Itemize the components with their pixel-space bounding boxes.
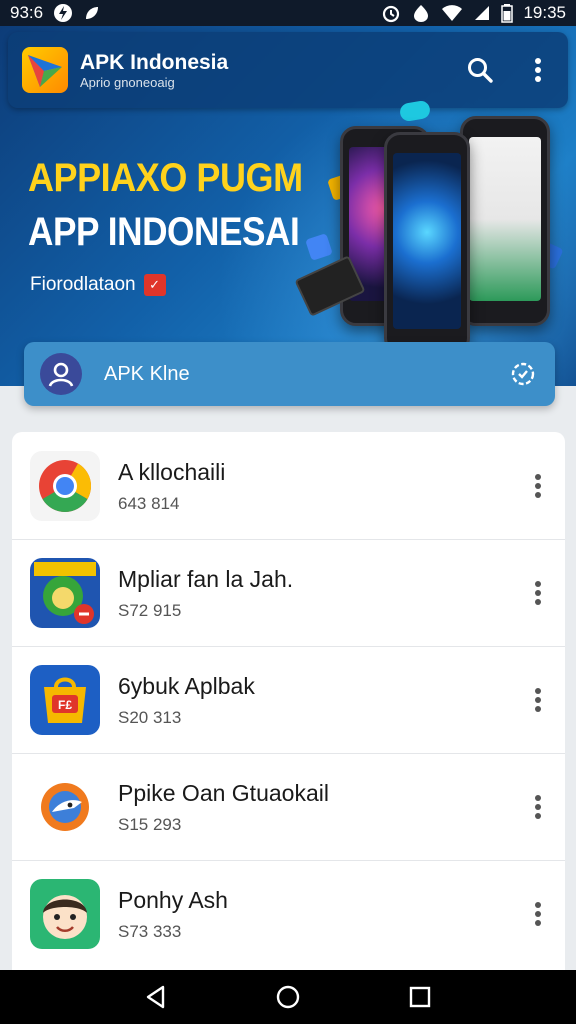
home-icon[interactable]: [272, 981, 304, 1013]
phone-center: [384, 132, 470, 354]
settings-icon[interactable]: [507, 358, 539, 390]
svg-text:F£: F£: [58, 698, 72, 712]
phones-illustration: [294, 99, 570, 366]
leaf-icon: [83, 4, 101, 22]
more-vert-icon[interactable]: [525, 897, 551, 931]
more-vert-icon[interactable]: [522, 54, 554, 86]
hero-sub-label: Fiorodlataon ✓: [30, 274, 166, 296]
app-list: A kllochaili 643 814 Mpliar fan la Jah. …: [12, 432, 565, 972]
status-bar: 93:6 19:35: [0, 0, 576, 26]
app-meta: 643 814: [118, 493, 180, 513]
store-icon: F£: [30, 665, 100, 735]
more-vert-icon[interactable]: [525, 469, 551, 503]
hero-sub-text: Fiorodlataon: [30, 274, 136, 295]
more-vert-icon[interactable]: [525, 790, 551, 824]
user-icon[interactable]: [40, 353, 82, 395]
battery-icon: [501, 3, 514, 23]
hero-badge-icon: ✓: [143, 274, 166, 296]
app-bar: APK Indonesia Aprio gnoneoaig: [8, 32, 568, 108]
list-item[interactable]: F£ 6ybuk Aplbak S20 313: [12, 646, 565, 753]
alarm-icon: [381, 3, 401, 23]
search-input[interactable]: APK Klne: [104, 363, 190, 386]
signal-icon: [473, 4, 491, 22]
game-icon: [30, 558, 100, 628]
app-subtitle: Aprio gnoneoaig: [80, 74, 175, 90]
hero-banner: APK Indonesia Aprio gnoneoaig APPIAXO PU…: [0, 26, 576, 386]
search-bar[interactable]: APK Klne: [24, 342, 555, 406]
more-vert-icon[interactable]: [525, 576, 551, 610]
list-item[interactable]: A kllochaili 643 814: [12, 432, 565, 539]
bird-icon: [30, 772, 100, 842]
app-logo: [22, 47, 68, 93]
chrome-icon: [30, 450, 100, 521]
hero-headline-secondary: APP INDONESAI: [28, 210, 300, 254]
app-meta: S73 333: [118, 922, 182, 941]
navigation-bar: [0, 970, 576, 1024]
status-time-right: 19:35: [523, 3, 566, 22]
app-name: Ppike Oan Gtuaokail: [118, 780, 329, 806]
app-name: 6ybuk Aplbak: [118, 673, 255, 699]
app-name: A kllochaili: [118, 458, 226, 485]
status-time-left: 93:6: [10, 3, 44, 22]
list-item[interactable]: Mpliar fan la Jah. S72 915: [12, 539, 565, 646]
app-name: Ponhy Ash: [118, 887, 228, 913]
search-icon[interactable]: [464, 54, 496, 86]
app-name: Mpliar fan la Jah.: [118, 566, 294, 592]
app-meta: S20 313: [118, 708, 182, 727]
list-item[interactable]: Ponhy Ash S73 333: [12, 860, 565, 967]
app-meta: S72 915: [118, 601, 182, 620]
app-title: APK Indonesia: [80, 50, 229, 74]
list-item[interactable]: Ppike Oan Gtuaokail S15 293: [12, 753, 565, 860]
data-icon: [411, 3, 431, 23]
floating-app-tile: [305, 233, 333, 261]
recents-icon[interactable]: [404, 981, 436, 1013]
flash-icon: [53, 3, 73, 23]
app-meta: S15 293: [118, 815, 182, 834]
wifi-icon: [441, 4, 463, 22]
phone-right: [460, 116, 550, 326]
face-icon: [30, 879, 100, 949]
more-vert-icon[interactable]: [525, 683, 551, 717]
back-icon[interactable]: [140, 981, 172, 1013]
hero-headline: APPIAXO PUGM: [28, 156, 303, 200]
